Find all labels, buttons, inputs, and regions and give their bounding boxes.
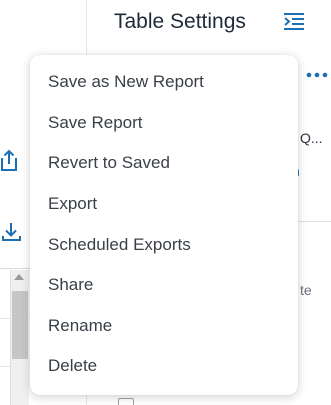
setting-checkbox[interactable]: [118, 398, 134, 405]
setting-text-partial: te: [300, 282, 312, 298]
panel-title: Table Settings: [114, 10, 246, 33]
collapse-panel-icon[interactable]: [283, 10, 305, 32]
more-options-icon[interactable]: [306, 66, 328, 78]
menu-item-revert-to-saved[interactable]: Revert to Saved: [30, 143, 298, 184]
download-icon[interactable]: [0, 220, 24, 244]
scroll-up-arrow-icon[interactable]: [14, 274, 24, 280]
menu-item-share[interactable]: Share: [30, 265, 298, 306]
menu-item-export[interactable]: Export: [30, 184, 298, 225]
setting-label-partial: Q...: [300, 130, 323, 146]
menu-item-scheduled-exports[interactable]: Scheduled Exports: [30, 224, 298, 265]
page: Table Settings Q... h te Save as New Rep…: [0, 0, 331, 405]
menu-item-save-as-new-report[interactable]: Save as New Report: [30, 62, 298, 103]
menu-item-delete[interactable]: Delete: [30, 346, 298, 387]
menu-item-save-report[interactable]: Save Report: [30, 103, 298, 144]
share-icon[interactable]: [0, 148, 18, 172]
report-actions-menu: Save as New Report Save Report Revert to…: [30, 55, 298, 395]
scrollbar-thumb[interactable]: [12, 291, 28, 359]
menu-item-rename[interactable]: Rename: [30, 306, 298, 347]
